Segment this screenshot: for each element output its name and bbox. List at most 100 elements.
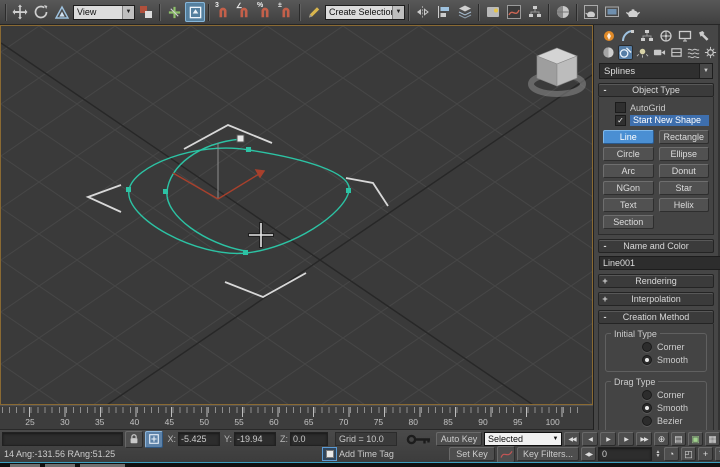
pan-icon[interactable]: + [698,447,713,461]
category-shapes-icon[interactable] [618,45,633,60]
radio-icon[interactable] [642,390,652,400]
initial-smooth-option[interactable]: Smooth [642,355,702,365]
x-coordinate-field[interactable]: -5.425 [178,432,220,446]
material-editor-icon[interactable] [553,2,573,22]
section-button[interactable]: Section [603,215,654,229]
add-time-tag[interactable]: Add Time Tag [339,449,397,459]
time-configuration-icon[interactable]: ◔ [664,447,679,461]
spinner-snap-toggle-icon[interactable]: ± [276,2,296,22]
snaps-toggle-3d-icon[interactable]: 3 [213,2,233,22]
current-frame-field[interactable]: 0 [598,447,652,461]
chevron-down-icon[interactable]: ▼ [122,6,134,19]
align-icon[interactable] [434,2,454,22]
select-and-scale-icon[interactable] [52,2,72,22]
reference-coordinate-system-dropdown[interactable]: View ▼ [73,5,135,20]
orbit-icon[interactable]: ↻ [715,447,720,461]
chevron-down-icon[interactable]: ▼ [550,436,561,442]
frame-spinner[interactable]: ▲ ▼ [654,450,662,458]
select-and-manipulate-icon[interactable] [164,2,184,22]
tab-modify-icon[interactable] [620,28,635,43]
drag-bezier-option[interactable]: Bezier [642,416,702,426]
angle-snap-toggle-icon[interactable]: ∠ [234,2,254,22]
tab-display-icon[interactable] [677,28,692,43]
line-button[interactable]: Line [603,130,654,144]
set-key-button[interactable]: Set Key [449,447,495,461]
curve-editor-icon[interactable] [504,2,524,22]
rollout-rendering[interactable]: + Rendering [598,274,714,288]
category-geometry-icon[interactable] [601,45,616,60]
render-setup-icon[interactable] [581,2,601,22]
category-systems-icon[interactable] [703,45,718,60]
key-mode-toggle[interactable]: ◀▶ [581,447,596,461]
category-cameras-icon[interactable] [652,45,667,60]
graphite-ribbon-toggle-icon[interactable] [483,2,503,22]
zoom-icon[interactable]: ⊕ [654,432,669,446]
object-name-field[interactable] [599,256,720,270]
zoom-extents-icon[interactable]: ▣ [688,432,703,446]
percent-snap-toggle-icon[interactable]: % [255,2,275,22]
rendered-frame-window-icon[interactable] [602,2,622,22]
star-button[interactable]: Star [659,181,710,195]
spline-type-dropdown[interactable]: Splines ▼ [599,63,713,79]
keyboard-shortcut-override-toggle[interactable] [185,2,205,22]
selection-set-time-dropdown[interactable]: Selected ▼ [484,432,562,446]
category-space-warps-icon[interactable] [686,45,701,60]
tab-utilities-icon[interactable] [696,28,711,43]
radio-icon[interactable] [642,355,652,365]
viewport-canvas[interactable] [1,26,592,404]
rollout-name-and-color[interactable]: - Name and Color [598,239,714,253]
rollout-interpolation[interactable]: + Interpolation [598,292,714,306]
select-and-move-icon[interactable] [10,2,30,22]
radio-icon[interactable] [642,403,652,413]
tab-hierarchy-icon[interactable] [639,28,654,43]
auto-key-button[interactable]: Auto Key [436,432,482,446]
text-button[interactable]: Text [603,198,654,212]
autogrid-checkbox[interactable] [615,102,626,113]
tab-motion-icon[interactable] [658,28,673,43]
active-vertex[interactable] [237,135,244,142]
go-to-start-button[interactable]: ◀◀ [564,432,580,446]
rollout-object-type[interactable]: - Object Type [598,83,714,97]
arc-button[interactable]: Arc [603,164,654,178]
category-helpers-icon[interactable] [669,45,684,60]
ellipse-button[interactable]: Ellipse [659,147,710,161]
absolute-offset-mode-toggle[interactable] [145,431,163,448]
next-frame-button[interactable]: ▶ [618,432,634,446]
schematic-view-icon[interactable] [525,2,545,22]
track-bar[interactable]: 253035404550556065707580859095100 [0,405,593,430]
rectangle-button[interactable]: Rectangle [659,130,710,144]
y-coordinate-field[interactable]: -19.94 [234,432,276,446]
key-filters-button[interactable]: Key Filters... [517,447,579,461]
select-and-rotate-icon[interactable] [31,2,51,22]
previous-frame-button[interactable]: ◀ [582,432,598,446]
tab-create-icon[interactable] [601,28,616,43]
render-production-icon[interactable] [623,2,643,22]
ngon-button[interactable]: NGon [603,181,654,195]
use-pivot-point-center-icon[interactable] [136,2,156,22]
named-selection-set-dropdown[interactable]: Create Selection Se ▼ [325,5,405,20]
circle-button[interactable]: Circle [603,147,654,161]
go-to-end-button[interactable]: ▶▶ [636,432,652,446]
chevron-down-icon[interactable]: ▼ [392,6,404,19]
set-key-filters-curve-icon[interactable] [497,446,515,463]
radio-icon[interactable] [642,342,652,352]
drag-corner-option[interactable]: Corner [642,390,702,400]
play-button[interactable]: ▶ [600,432,616,446]
drag-smooth-option[interactable]: Smooth [642,403,702,413]
radio-icon[interactable] [642,416,652,426]
edit-named-selection-sets-icon[interactable] [304,2,324,22]
zoom-region-icon[interactable]: ◰ [681,447,696,461]
selection-lock-toggle[interactable] [125,431,143,448]
layer-manager-icon[interactable] [455,2,475,22]
zoom-extents-all-icon[interactable]: ▦ [705,432,720,446]
isolate-selection-toggle[interactable] [322,447,337,461]
initial-corner-option[interactable]: Corner [642,342,702,352]
chevron-down-icon[interactable]: ▼ [699,64,712,78]
donut-button[interactable]: Donut [659,164,710,178]
zoom-all-icon[interactable]: ▤ [671,432,686,446]
category-lights-icon[interactable] [635,45,650,60]
perspective-viewport[interactable] [0,25,593,405]
rollout-creation-method[interactable]: - Creation Method [598,310,714,324]
start-new-shape-checkbox[interactable]: ✓ [615,115,626,126]
mirror-icon[interactable] [413,2,433,22]
